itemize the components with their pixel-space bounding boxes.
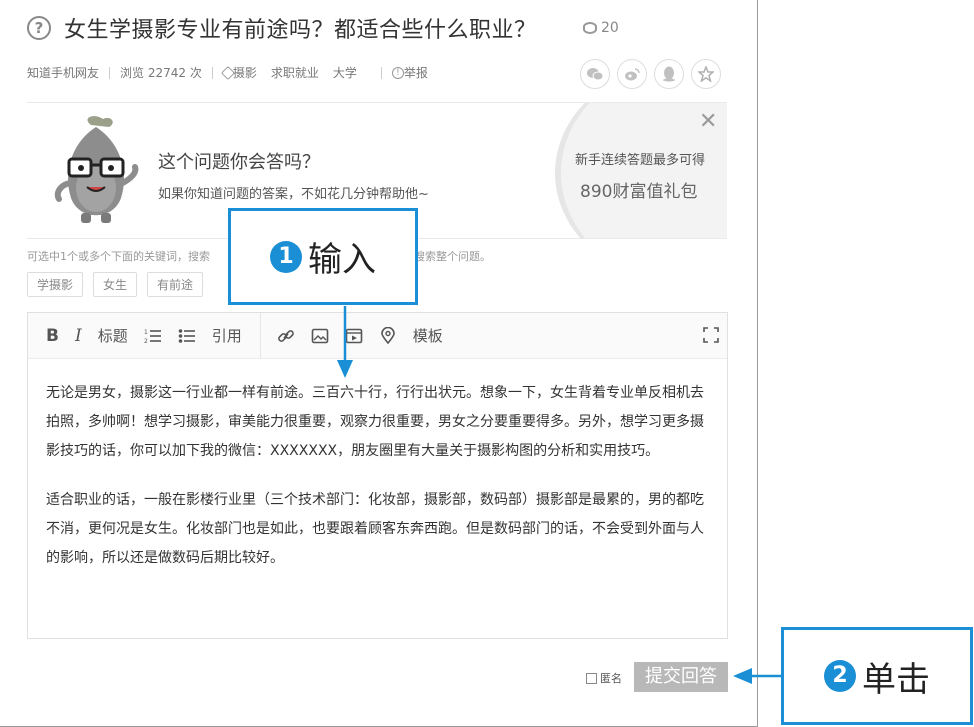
keyword-tag[interactable]: 女生 <box>93 272 138 297</box>
wechat-icon[interactable] <box>580 59 610 89</box>
step2-number: 2 <box>824 660 856 692</box>
bullet-list-icon[interactable] <box>178 327 196 345</box>
question-title: 女生学摄影专业有前途吗？都适合些什么职业？ <box>64 18 537 43</box>
step2-callout: 2 单击 <box>781 627 973 725</box>
question-icon: ? <box>27 16 51 40</box>
tag-link[interactable]: 摄影 <box>233 64 257 81</box>
reward-coins: 20 <box>583 20 619 36</box>
video-icon[interactable] <box>345 327 363 345</box>
report-icon: ! <box>391 66 404 79</box>
ordered-list-icon[interactable]: 12 <box>144 327 162 345</box>
italic-button[interactable]: I <box>75 326 82 346</box>
heading-button[interactable]: 标题 <box>98 325 128 346</box>
svg-text:1: 1 <box>144 329 148 336</box>
location-icon[interactable] <box>379 326 397 345</box>
qq-icon[interactable] <box>654 59 684 89</box>
anonymous-checkbox[interactable] <box>586 672 597 684</box>
image-icon[interactable] <box>311 327 329 345</box>
link-icon[interactable] <box>277 327 295 345</box>
keyword-tag[interactable]: 学摄影 <box>27 272 84 297</box>
answer-text-area[interactable]: 无论是男女，摄影这一行业都一样有前途。三百六十行，行行出状元。想象一下，女生背着… <box>28 359 727 573</box>
view-count: 浏览 22742 次 <box>120 66 202 80</box>
submit-answer-button[interactable]: 提交回答 <box>634 662 728 692</box>
keyword-hint: 可选中1个或多个下面的关键词，搜索 <box>27 250 210 263</box>
share-bar <box>580 59 721 89</box>
invite-subtitle: 如果你知道问题的答案，不如花几分钟帮助他~ <box>158 187 429 202</box>
editor-toolbar: B I 标题 12 引用 模板 <box>28 312 727 359</box>
reward-line-2: 890财富值礼包 <box>580 182 698 202</box>
step1-number: 1 <box>270 240 302 273</box>
author-name[interactable]: 知道手机网友 <box>27 64 99 81</box>
weibo-icon[interactable] <box>617 59 647 89</box>
question-meta: 知道手机网友 浏览 22742 次 摄影 求职就业 大学 ! 举报 <box>27 64 428 81</box>
report-link[interactable]: 举报 <box>404 64 428 81</box>
answer-paragraph: 适合职业的话，一般在影楼行业里（三个技术部门：化妆部，摄影部，数码部）摄影部是最… <box>46 492 704 566</box>
reward-line-1: 新手连续答题最多可得 <box>575 153 706 168</box>
star-icon[interactable] <box>691 59 721 89</box>
step2-text: 单击 <box>862 659 930 700</box>
anonymous-label: 匿名 <box>600 672 622 685</box>
answer-editor: B I 标题 12 引用 模板 无论是男女，摄影这一行业都一样有前途。三百六十行… <box>27 312 728 639</box>
tag-link[interactable]: 大学 <box>333 64 357 81</box>
reward-coins-value: 20 <box>601 20 619 36</box>
step1-callout: 1 输入 <box>228 208 418 305</box>
close-icon[interactable]: ✕ <box>699 111 717 133</box>
template-button[interactable]: 模板 <box>413 325 443 346</box>
answer-paragraph: 无论是男女，摄影这一行业都一样有前途。三百六十行，行行出状元。想象一下，女生背着… <box>46 385 704 459</box>
bold-button[interactable]: B <box>46 326 59 346</box>
keyword-tag[interactable]: 有前途 <box>147 272 204 297</box>
coin-icon <box>583 22 597 34</box>
mascot-illustration <box>54 116 139 223</box>
svg-text:2: 2 <box>144 338 148 345</box>
quote-button[interactable]: 引用 <box>212 325 242 346</box>
fullscreen-icon[interactable] <box>703 327 719 343</box>
keyword-hint-end: 搜索整个问题。 <box>414 250 491 263</box>
step1-text: 输入 <box>308 240 376 280</box>
invite-question: 这个问题你会答吗？ <box>158 152 320 173</box>
keyword-tags: 学摄影 女生 有前途 <box>27 272 204 297</box>
anonymous-option[interactable]: 匿名 <box>586 670 622 686</box>
tag-link[interactable]: 求职就业 <box>271 64 319 81</box>
question-panel: ? 女生学摄影专业有前途吗？都适合些什么职业？ 20 知道手机网友 浏览 227… <box>0 0 758 727</box>
